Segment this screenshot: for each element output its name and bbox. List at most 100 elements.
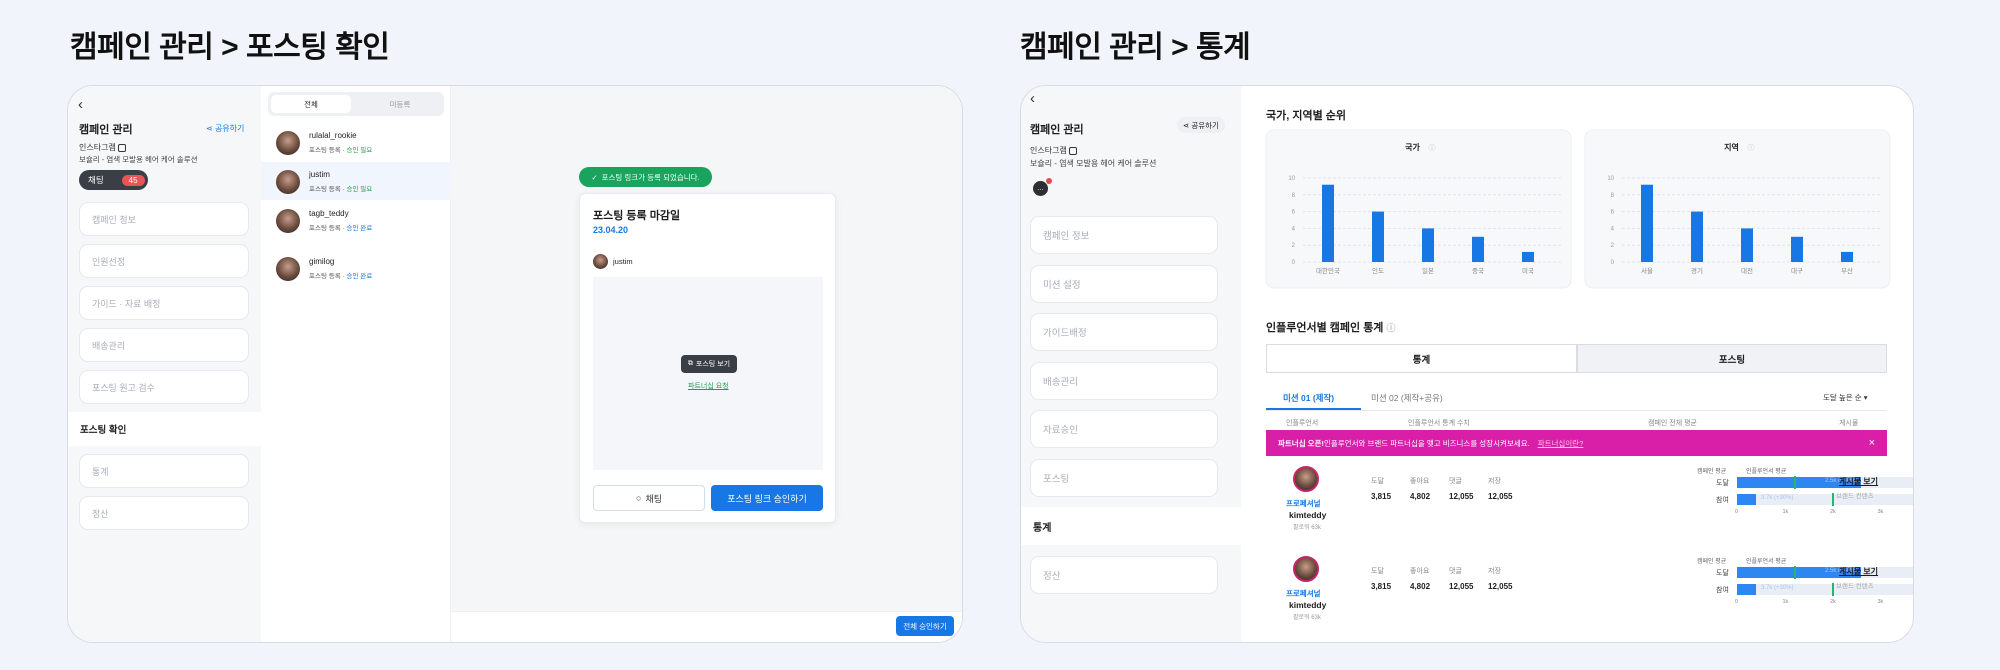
metric-value: 4,802 [1410,492,1431,501]
sidebar-item[interactable]: 캠페인 정보 [1030,216,1218,254]
status-text: 승인 완료 [346,225,373,232]
status-prefix: 포스팅 등록 · [309,186,347,193]
sidebar-item[interactable]: 포스팅 [1030,458,1218,497]
share-icon: ⋖ [206,124,213,133]
influencer-name[interactable]: kimteddy [1289,600,1326,610]
tier-badge: 프로페셔널 [1286,499,1321,508]
x-tick-label: 대전 [1741,266,1753,275]
bar-label: 참여 [1716,497,1729,504]
list-item-status: 포스팅 등록 · 승인 완료 [309,222,372,232]
sidebar-item[interactable]: 포스팅 원고 검수 [79,370,249,404]
info-icon: ⓘ [1429,144,1436,152]
view-post-button[interactable]: ⧉ 포스팅 보기 [681,355,737,373]
chat-action-button[interactable]: ○ 채팅 [593,485,705,511]
sidebar-item[interactable]: 배송관리 [1030,361,1218,400]
tab-stats[interactable]: 통계 [1266,344,1577,373]
axis-tick: 1k [1782,509,1789,515]
list-item-status: 포스팅 등록 · 승인 필요 [309,144,372,154]
section-title-stats: 캠페인 관리 > 통계 [1020,31,1251,64]
list-item-name[interactable]: justim [309,170,330,179]
sort-label: 도달 높은 순 [1823,393,1862,402]
follower-count: 팔로워 63k [1293,525,1321,531]
partnership-request-link[interactable]: 파트너십 요청 [688,381,729,391]
info-icon: ⓘ [1386,323,1396,333]
bar [1372,211,1384,262]
bar [1472,236,1484,262]
sidebar-item[interactable]: 가이드 · 자료 배정 [79,286,249,320]
influencer-name[interactable]: kimteddy [1289,510,1326,520]
tab-unregistered[interactable]: 미등록 [360,95,440,113]
toast: ✓ 포스팅 링크가 등록 되었습니다. [579,167,712,187]
tab-all[interactable]: 전체 [271,95,351,113]
avatar [593,254,608,269]
sidebar-item[interactable]: 정산 [1030,555,1218,594]
x-tick-label: 서울 [1641,266,1653,275]
modal-user: justim [613,257,633,266]
modal-title: 포스팅 등록 마감일 [593,210,681,222]
stats-window: ‹ 캠페인 관리 ⋖ 공유하기 인스타그램 보슐리 - 염색 모발용 헤어 케어 … [1020,85,1914,643]
metric-value: 3,815 [1371,582,1392,591]
metric-label: 도달 [1371,568,1384,575]
sidebar-item[interactable]: 통계 [79,454,249,488]
axis-tick: 3k [1877,599,1884,605]
banner-text: 인플루언서와 브랜드 파트너십을 맺고 비즈니스를 성장시켜보세요. [1323,438,1530,448]
list-item-name[interactable]: rulalal_rookie [309,131,357,140]
sidebar-item[interactable]: 정산 [79,496,249,530]
x-tick-label: 대한민국 [1316,266,1340,275]
metric-value: 4,802 [1410,582,1431,591]
chart-title: 국가 [1405,142,1420,152]
sidebar-item[interactable]: 인원선정 [79,244,249,278]
axis-tick: 3k [1877,509,1884,515]
chevron-left-icon[interactable]: ‹ [78,96,83,113]
legend-campaign-average: 캠페인 평균 [1697,469,1727,475]
avatar [276,257,300,281]
tier-badge: 프로페셔널 [1286,589,1321,598]
metric-label: 좋아요 [1410,478,1430,485]
campaign-title: 캠페인 관리 [79,124,133,136]
mission-tab-1[interactable]: 미션 01 (제작) [1283,392,1334,404]
chat-button[interactable]: 채팅 45 [79,170,148,190]
list-item-name[interactable]: gimilog [309,257,334,266]
posting-modal: 포스팅 등록 마감일 23.04.20 justim ⧉ 포스팅 보기 파트너십 … [579,193,836,523]
average-marker [1832,583,1834,596]
modal-date: 23.04.20 [593,225,629,235]
x-tick-label: 중국 [1472,267,1484,275]
approve-link-button[interactable]: 포스팅 링크 승인하기 [711,485,823,511]
view-post-link[interactable]: 게시물 보기 [1839,566,1878,577]
metric-value: 12,055 [1449,582,1474,591]
sidebar-item[interactable]: 배송관리 [79,328,249,362]
bar [1791,236,1803,262]
sidebar-item[interactable]: 포스팅 확인 [68,412,261,446]
sidebar-item[interactable]: 가이드배정 [1030,313,1218,351]
metric-value: 3,815 [1371,492,1392,501]
sidebar-item[interactable]: 통계 [1021,507,1241,545]
approve-all-button[interactable]: 전체 승인하기 [896,616,954,636]
sort-dropdown[interactable]: 도달 높은 순 ▾ [1823,392,1868,403]
x-tick-label: 경기 [1691,266,1703,275]
list-item-status: 포스팅 등록 · 승인 완료 [309,270,372,280]
sidebar-item[interactable]: 캠페인 정보 [79,202,249,236]
chat-bubble-icon: ○ [636,493,642,503]
average-marker [1832,493,1834,506]
sidebar-item[interactable]: 미션 설정 [1030,264,1218,303]
list-item-name[interactable]: tagb_teddy [309,209,349,218]
legend-influencer-average: 인플루언서 평균 [1746,559,1787,565]
toast-text: 포스팅 링크가 등록 되었습니다. [601,172,700,182]
bar [1691,211,1703,262]
sidebar-item[interactable]: 자료승인 [1030,410,1218,448]
banner-link[interactable]: 파트너십이란? [1538,438,1584,449]
tab-posting[interactable]: 포스팅 [1577,344,1887,373]
share-button[interactable]: ⋖ 공유하기 [206,123,244,134]
bar [1422,228,1434,262]
close-icon[interactable]: × [1869,437,1875,449]
axis-tick: 0 [1735,599,1739,605]
influencer-title-text: 인플루언서별 캠페인 통계 [1266,322,1384,334]
mission-tab-2[interactable]: 미션 02 (제작+공유) [1371,392,1443,404]
channel-text: 인스타그램 [79,143,116,152]
info-icon: ⓘ [1748,144,1755,152]
average-marker [1794,476,1796,489]
product-name: 보슐리 - 염색 모발용 헤어 케어 솔루션 [79,155,198,164]
th-influencer: 인플루언서 [1286,420,1319,427]
legend-influencer-average: 인플루언서 평균 [1746,469,1787,475]
view-post-link[interactable]: 게시물 보기 [1839,476,1878,487]
